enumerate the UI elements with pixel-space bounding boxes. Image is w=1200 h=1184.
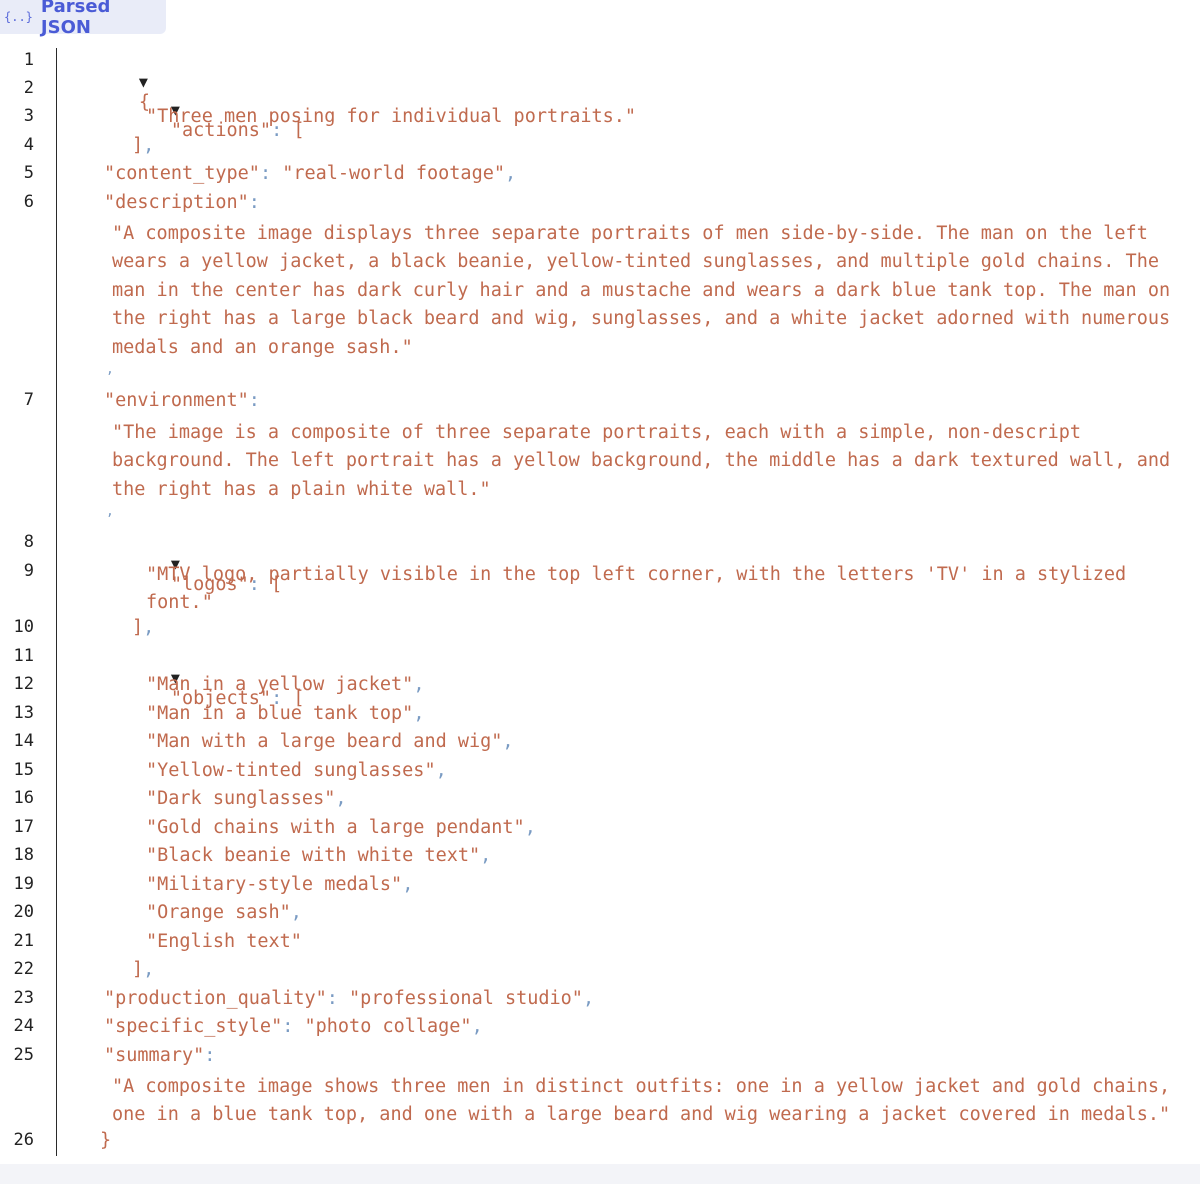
- json-string: "real-world footage": [282, 163, 505, 184]
- line-number: 6: [23, 192, 34, 212]
- json-string: "A composite image shows three men in di…: [112, 1076, 1171, 1126]
- footer-bar: [0, 1164, 1200, 1184]
- list-item: "Gold chains with a large pendant": [146, 817, 525, 838]
- line-number: 21: [13, 931, 34, 951]
- line-number: 12: [13, 674, 34, 694]
- json-key: "specific_style": [104, 1016, 283, 1037]
- tab-label: Parsed JSON: [40, 0, 111, 38]
- line-number: 17: [13, 817, 34, 837]
- line-number: 25: [13, 1045, 34, 1065]
- json-key: "production_quality": [104, 988, 327, 1009]
- line-number: 1: [23, 50, 34, 70]
- json-string: "The image is a composite of three separ…: [112, 422, 1171, 500]
- list-item: "Man in a blue tank top": [146, 703, 414, 724]
- line-number: 16: [13, 788, 34, 808]
- line-number: 3: [23, 106, 34, 126]
- tab-parsed-json[interactable]: {..} Parsed JSON: [0, 0, 166, 38]
- line-number: 8: [23, 532, 34, 552]
- line-number: 5: [23, 163, 34, 183]
- json-key: "environment": [104, 390, 249, 411]
- json-key: "description": [104, 192, 249, 213]
- line-number: 7: [23, 390, 34, 410]
- list-item: "Man with a large beard and wig": [146, 731, 503, 752]
- json-string: "A composite image displays three separa…: [112, 223, 1171, 358]
- line-number: 15: [13, 760, 34, 780]
- line-number: 11: [13, 646, 34, 666]
- line-number: 26: [13, 1130, 34, 1150]
- line-number: 23: [13, 988, 34, 1008]
- line-number: 10: [13, 617, 34, 637]
- json-key: "summary": [104, 1045, 205, 1066]
- json-braces-icon: {..}: [4, 10, 33, 24]
- line-number: 18: [13, 845, 34, 865]
- line-number: 22: [13, 959, 34, 979]
- list-item: "Yellow-tinted sunglasses": [146, 760, 436, 781]
- line-number: 14: [13, 731, 34, 751]
- line-number: 4: [23, 135, 34, 155]
- gutter-divider: [56, 48, 57, 1156]
- list-item: "Dark sunglasses": [146, 788, 336, 809]
- list-item: "Man in a yellow jacket": [146, 674, 414, 695]
- line-number: 2: [23, 78, 34, 98]
- line-number: 9: [23, 561, 34, 581]
- list-item: "Orange sash": [146, 902, 291, 923]
- line-number: 20: [13, 902, 34, 922]
- json-string: "photo collage": [304, 1016, 472, 1037]
- line-number: 24: [13, 1016, 34, 1036]
- list-item: "Military-style medals": [146, 874, 403, 895]
- json-string: "Three men posing for individual portrai…: [146, 106, 637, 127]
- json-key: "content_type": [104, 163, 260, 184]
- json-string: "professional studio": [349, 988, 583, 1009]
- list-item: "Black beanie with white text": [146, 845, 481, 866]
- list-item: "English text": [146, 931, 302, 952]
- line-number: 19: [13, 874, 34, 894]
- line-number: 13: [13, 703, 34, 723]
- json-string: "MTV logo, partially visible in the top …: [146, 564, 1127, 614]
